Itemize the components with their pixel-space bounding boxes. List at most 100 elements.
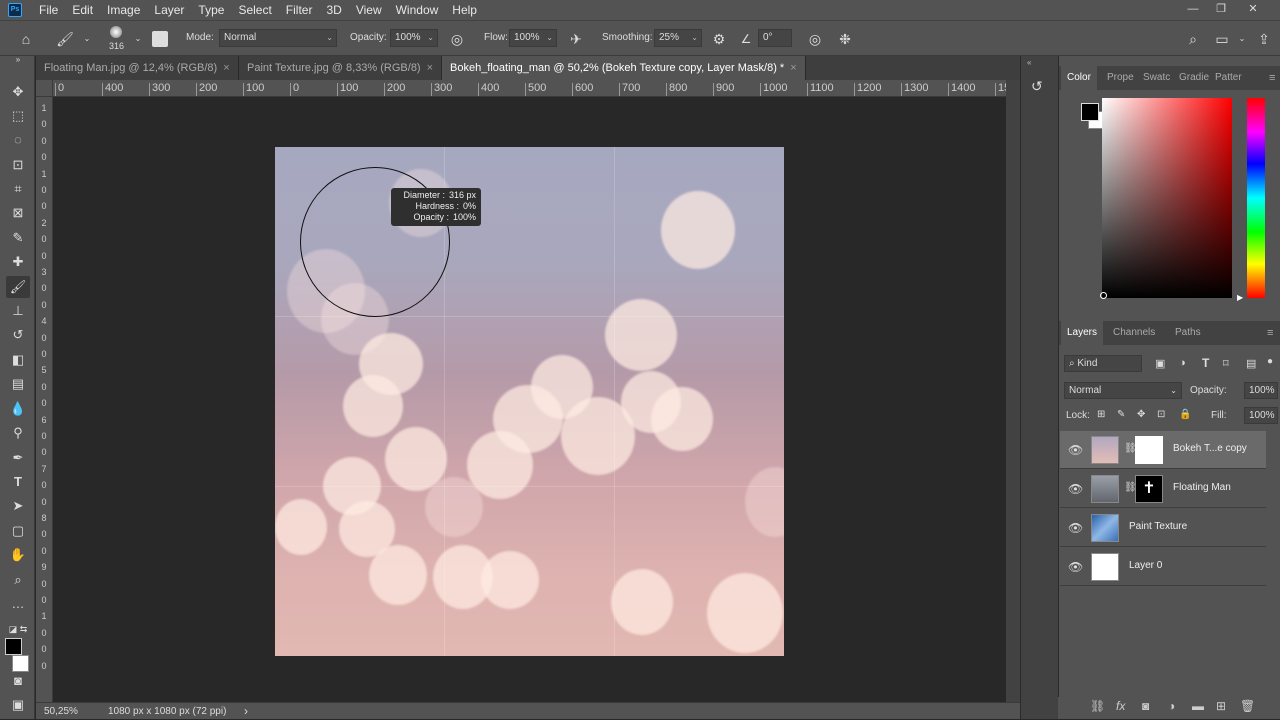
filter-smart-object-icon[interactable]: ▤ (1246, 357, 1256, 370)
layer-row-floating-man[interactable]: 👁 ⛓ ✝ Floating Man (1060, 470, 1266, 508)
brush-preset-icon[interactable]: 🖌 (55, 29, 75, 49)
flow-input[interactable]: 100% ⌄ (509, 29, 557, 47)
color-picker-marker[interactable] (1100, 292, 1107, 299)
history-brush-tool-icon[interactable]: ↺ (6, 324, 30, 346)
tab-floating-man[interactable]: Floating Man.jpg @ 12,4% (RGB/8) × (36, 56, 239, 80)
menu-edit[interactable]: Edit (65, 0, 100, 20)
smoothing-options-gear-icon[interactable]: ⚙ (709, 29, 729, 49)
layer-row-layer-0[interactable]: 👁 Layer 0 (1060, 548, 1266, 586)
opacity-input[interactable]: 100% ⌄ (390, 29, 438, 47)
expand-dock-icon[interactable]: « (1027, 58, 1031, 67)
lock-artboard-icon[interactable]: ⊡ (1157, 409, 1165, 420)
tab-swatches[interactable]: Swatc (1137, 66, 1176, 90)
menu-layer[interactable]: Layer (147, 0, 191, 20)
airbrush-icon[interactable]: ✈ (566, 29, 586, 49)
brush-preset-dropdown-icon[interactable]: ⌄ (77, 29, 97, 49)
canvas-area[interactable] (53, 97, 1006, 702)
layer-row-paint-texture[interactable]: 👁 Paint Texture (1060, 509, 1266, 547)
layer-row-bokeh[interactable]: 👁 ⛓ Bokeh T...e copy (1060, 431, 1266, 469)
filter-toggle-icon[interactable]: ● (1267, 356, 1273, 367)
frame-tool-icon[interactable]: ⊠ (6, 202, 30, 224)
workspace-dropdown-icon[interactable]: ⌄ (1232, 29, 1252, 49)
tab-properties[interactable]: Prope (1101, 66, 1140, 90)
layer-thumbnail[interactable] (1091, 475, 1119, 503)
blur-tool-icon[interactable]: 💧 (6, 398, 30, 420)
new-layer-icon[interactable]: ⊞ (1216, 699, 1226, 713)
tab-bokeh-floating-man[interactable]: Bokeh_floating_man @ 50,2% (Bokeh Textur… (442, 56, 806, 80)
color-picker-field[interactable] (1102, 98, 1232, 298)
marquee-tool-icon[interactable]: ⬚ (6, 105, 30, 127)
layer-thumbnail[interactable] (1091, 514, 1119, 542)
add-mask-icon[interactable]: ◙ (1142, 699, 1149, 713)
adjustment-layer-icon[interactable]: ◑ (1168, 699, 1175, 713)
filter-type-icon[interactable]: T (1202, 356, 1209, 370)
restore-icon[interactable]: ❐ (1208, 0, 1234, 20)
search-icon[interactable]: ⌕ (1183, 29, 1203, 49)
clone-stamp-tool-icon[interactable]: ⊥ (6, 300, 30, 322)
pen-tool-icon[interactable]: ✒ (6, 447, 30, 469)
screen-mode-icon[interactable]: ▣ (6, 694, 30, 716)
layer-blend-mode[interactable]: Normal ⌄ (1064, 382, 1182, 399)
lasso-tool-icon[interactable]: ◌ (6, 129, 30, 151)
layer-mask-thumbnail[interactable]: ✝ (1135, 475, 1163, 503)
guide-line[interactable] (275, 316, 784, 317)
path-selection-tool-icon[interactable]: ➤ (6, 495, 30, 517)
menu-filter[interactable]: Filter (279, 0, 320, 20)
history-panel-icon[interactable]: ↺ (1031, 78, 1043, 95)
visibility-eye-icon[interactable]: 👁 (1068, 482, 1083, 496)
lock-position-icon[interactable]: ✥ (1137, 409, 1145, 420)
guide-line[interactable] (275, 486, 784, 487)
pressure-size-icon[interactable]: ◎ (805, 29, 825, 49)
foreground-color-swatch[interactable] (5, 638, 22, 655)
eraser-tool-icon[interactable]: ◧ (6, 349, 30, 371)
collapse-toolbar-icon[interactable]: » (6, 56, 30, 66)
tab-color[interactable]: Color (1061, 66, 1097, 90)
tab-layers[interactable]: Layers (1061, 321, 1104, 345)
visibility-eye-icon[interactable]: 👁 (1068, 560, 1083, 574)
hue-slider-handle-icon[interactable]: ▶ (1237, 293, 1243, 302)
menu-window[interactable]: Window (389, 0, 446, 20)
menu-image[interactable]: Image (100, 0, 147, 20)
ruler-origin[interactable] (36, 80, 53, 97)
share-icon[interactable]: ⇪ (1254, 29, 1274, 49)
smoothing-input[interactable]: 25% ⌄ (654, 29, 702, 47)
canvas-scrollbar[interactable] (1006, 80, 1020, 702)
panel-menu-icon[interactable]: ≡ (1263, 66, 1280, 90)
brush-tool-icon[interactable]: 🖌 (6, 276, 30, 298)
menu-view[interactable]: View (349, 0, 389, 20)
minimize-icon[interactable]: — (1180, 0, 1206, 20)
eyedropper-tool-icon[interactable]: ✎ (6, 227, 30, 249)
move-tool-icon[interactable]: ✥ (6, 81, 30, 103)
close-window-icon[interactable]: ✕ (1240, 0, 1266, 20)
link-layers-icon[interactable]: ⛓ (1090, 699, 1105, 713)
visibility-eye-icon[interactable]: 👁 (1068, 521, 1083, 535)
default-colors-icon[interactable]: ◪ ⇆ (6, 618, 30, 640)
object-selection-tool-icon[interactable]: ⊡ (6, 154, 30, 176)
menu-help[interactable]: Help (445, 0, 484, 20)
zoom-tool-icon[interactable]: ⌕ (6, 569, 30, 591)
filter-shape-icon[interactable]: ⌑ (1223, 357, 1229, 370)
guide-line[interactable] (614, 147, 615, 656)
layers-panel-menu-icon[interactable]: ≡ (1261, 321, 1279, 345)
mode-select[interactable]: Normal ⌄ (219, 29, 337, 47)
visibility-eye-icon[interactable]: 👁 (1068, 443, 1083, 457)
home-icon[interactable]: ⌂ (16, 29, 36, 49)
foreground-color-chip[interactable] (1081, 103, 1099, 121)
angle-input[interactable]: 0° (758, 29, 792, 47)
layer-name[interactable]: Paint Texture (1129, 521, 1187, 532)
zoom-level[interactable]: 50,25% (44, 703, 78, 720)
filter-adjustment-icon[interactable]: ◑ (1179, 357, 1186, 369)
edit-toolbar-icon[interactable]: … (6, 593, 30, 615)
healing-brush-tool-icon[interactable]: ✚ (6, 251, 30, 273)
tab-paths[interactable]: Paths (1169, 321, 1207, 345)
brush-settings-panel-icon[interactable] (152, 31, 168, 47)
status-menu-arrow-icon[interactable]: › (244, 703, 248, 720)
close-tab-icon[interactable]: × (427, 62, 433, 74)
layer-thumbnail[interactable] (1091, 436, 1119, 464)
quick-mask-icon[interactable]: ◙ (6, 670, 30, 692)
layer-name[interactable]: Bokeh T...e copy (1173, 443, 1247, 454)
dodge-tool-icon[interactable]: ⚲ (6, 422, 30, 444)
brush-size-dropdown-icon[interactable]: ⌄ (128, 29, 148, 49)
hand-tool-icon[interactable]: ✋ (6, 544, 30, 566)
menu-3d[interactable]: 3D (319, 0, 348, 20)
